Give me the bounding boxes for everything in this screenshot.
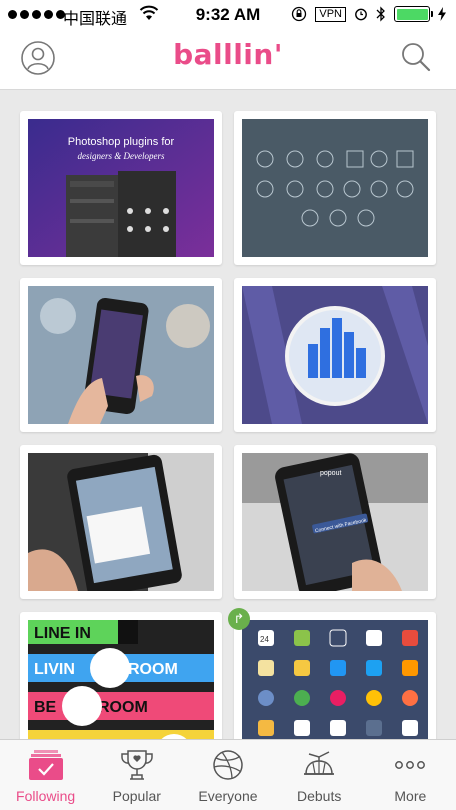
tab-bar: Following Popular Everyone Debuts More [0,739,456,810]
more-dots-icon [395,761,426,769]
bluetooth-icon [376,6,385,22]
shot-app-name: popout [320,470,341,477]
shot-line-3: ROOM [128,661,178,678]
shot-card[interactable]: Photoshop plugins for designers & Develo… [20,111,222,265]
app-logo: balllin' [173,38,283,71]
shots-grid[interactable]: Photoshop plugins for designers & Develo… [0,91,456,739]
shot-card[interactable]: 24 [234,612,436,739]
shot-line-4: BE [34,699,57,716]
shot-card[interactable]: popout Connect with Facebook [234,445,436,599]
charging-icon [438,7,446,21]
shot-thumbnail[interactable] [242,119,428,257]
shot-thumbnail[interactable] [242,286,428,424]
shot-card[interactable] [20,445,222,599]
shot-title: Photoshop plugins for [68,136,175,148]
tab-debuts[interactable]: Debuts [274,740,365,810]
shot-thumbnail[interactable]: LINE IN LIVIN ROOM BE ROOM [28,620,214,739]
shot-line-1: LINE IN [34,625,91,642]
rebound-icon: ↱ [228,608,250,630]
battery-icon [394,6,433,22]
vpn-badge: VPN [315,6,346,22]
shot-thumbnail[interactable]: popout Connect with Facebook [242,453,428,591]
tab-label: More [394,788,427,804]
shot-calendar-date: 24 [260,635,269,644]
tab-everyone[interactable]: Everyone [182,740,273,810]
dribbble-ball-icon [213,750,243,780]
shot-subtitle: designers & Developers [78,151,165,161]
rotation-lock-icon [292,6,307,22]
alarm-icon [355,8,367,21]
search-icon[interactable] [398,40,434,76]
tab-label: Everyone [198,788,258,804]
shot-card[interactable] [234,278,436,432]
tab-label: Following [16,788,76,804]
tab-label: Debuts [296,788,342,804]
tab-more[interactable]: More [365,740,456,810]
propeller-hat-icon [304,751,335,775]
shot-line-5: ROOM [98,699,148,716]
shot-card[interactable]: LINE IN LIVIN ROOM BE ROOM [20,612,222,739]
trophy-icon [121,750,153,780]
following-icon [28,750,63,780]
tab-label: Popular [112,788,161,804]
tab-following[interactable]: Following [0,740,91,810]
shot-thumbnail[interactable] [28,453,214,591]
shot-card[interactable] [234,111,436,265]
shot-thumbnail[interactable]: 24 [242,620,428,739]
shot-card[interactable] [20,278,222,432]
shot-line-2: LIVIN [34,661,75,678]
status-bar: 中国联通 9:32 AM VPN [0,0,456,30]
navigation-bar: balllin' [0,30,456,90]
shot-thumbnail[interactable] [28,286,214,424]
shot-thumbnail[interactable]: Photoshop plugins for designers & Develo… [28,119,214,257]
tab-popular[interactable]: Popular [91,740,182,810]
